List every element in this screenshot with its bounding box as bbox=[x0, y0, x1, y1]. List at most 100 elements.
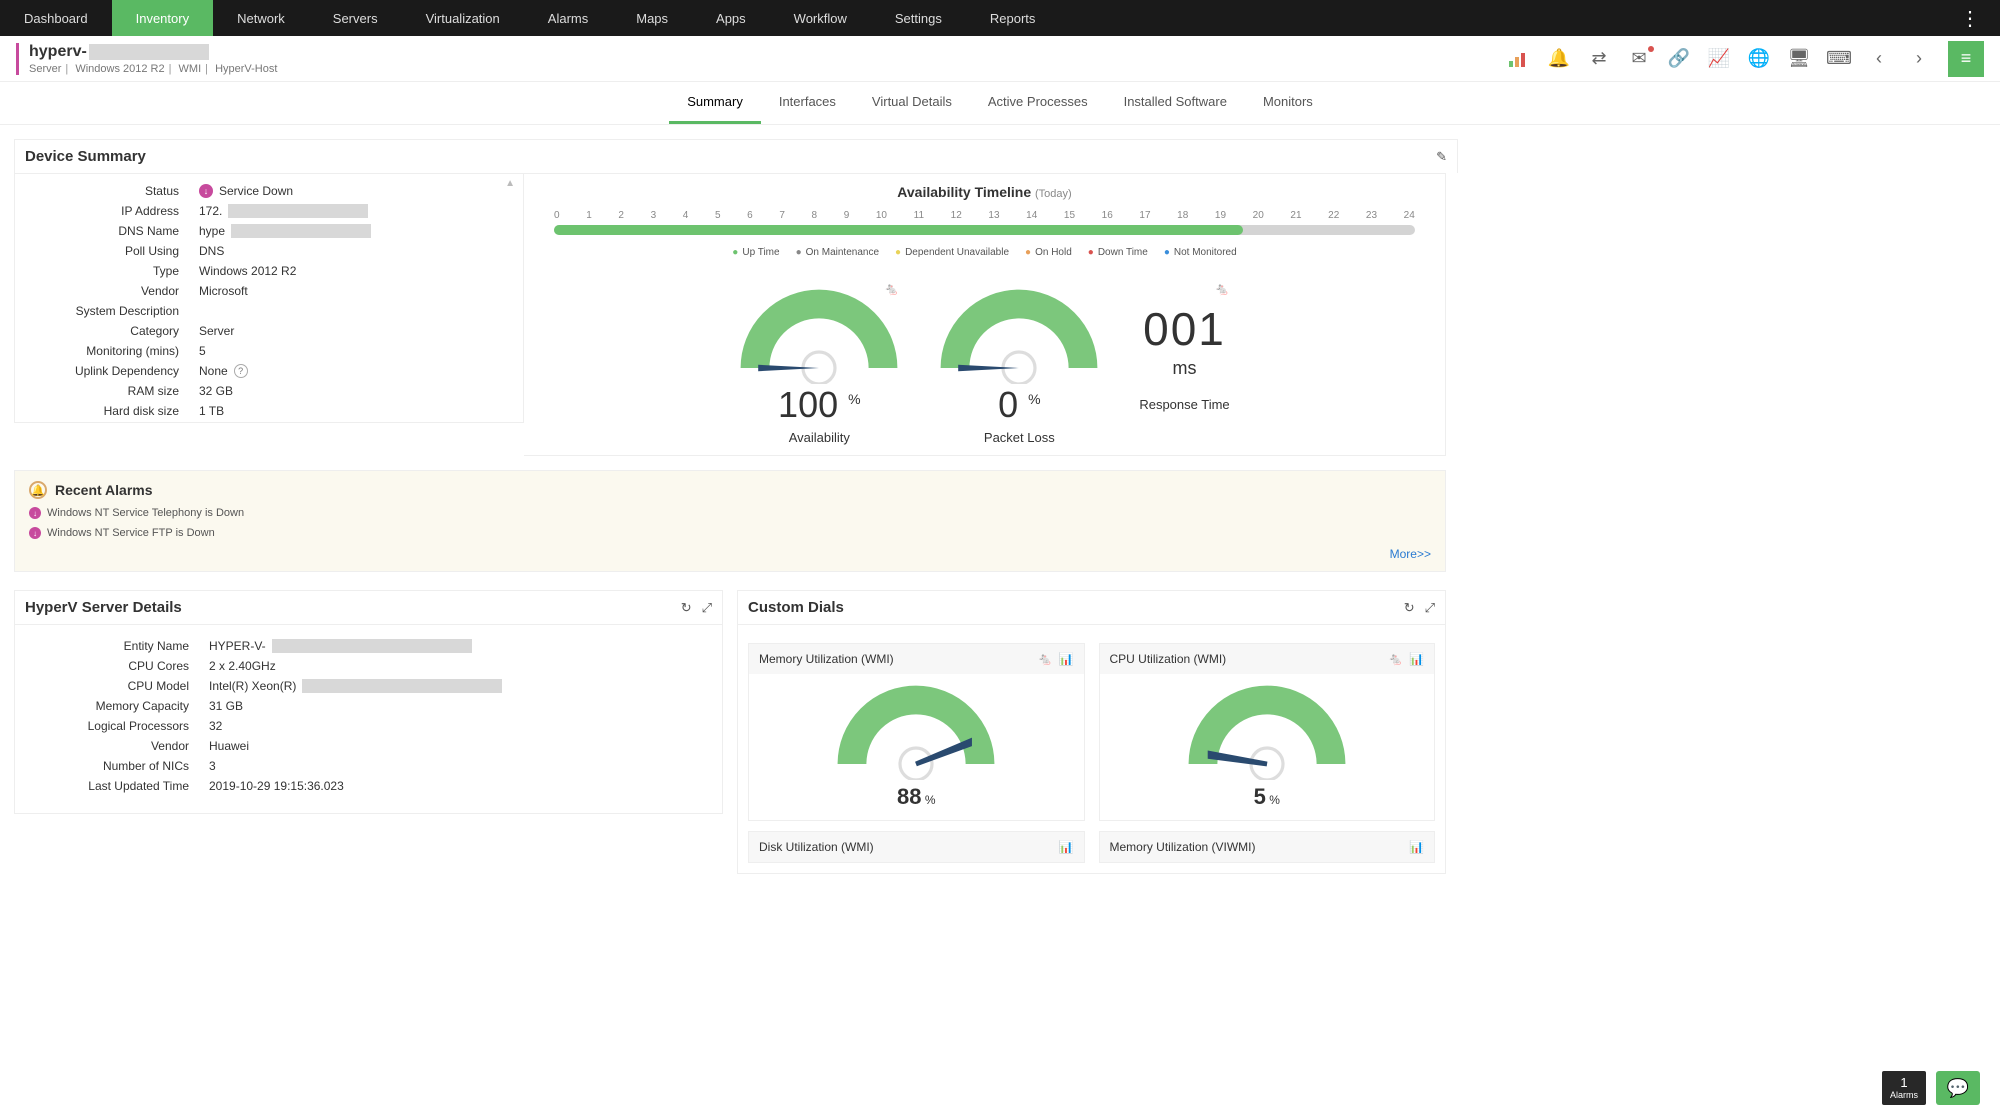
packet-gauge: 0 % Packet Loss bbox=[939, 288, 1099, 445]
tab-summary[interactable]: Summary bbox=[669, 82, 761, 124]
network-test-icon[interactable]: ⇄ bbox=[1588, 48, 1610, 70]
dial-card: Disk Utilization (WMI) 📊 bbox=[748, 831, 1085, 863]
dial-card: CPU Utilization (WMI)🐁📊 5 % bbox=[1099, 643, 1436, 821]
refresh-icon[interactable]: ↻ bbox=[681, 600, 692, 616]
hamburger-icon[interactable]: ≡ bbox=[1948, 41, 1984, 77]
top-nav: Dashboard Inventory Network Servers Virt… bbox=[0, 0, 2000, 36]
availability-gauge: 🐁 100 % Availability bbox=[739, 288, 899, 445]
hyperv-title: HyperV Server Details bbox=[25, 599, 182, 616]
rat-icon[interactable]: 🐁 bbox=[1388, 652, 1403, 666]
nic-value: 3 bbox=[209, 759, 216, 773]
prev-icon[interactable]: ‹ bbox=[1868, 48, 1890, 70]
sub-header: hyperv- Server| Windows 2012 R2| WMI| Hy… bbox=[0, 36, 2000, 82]
model-value: Intel(R) Xeon(R) bbox=[209, 679, 296, 693]
rat-icon-2[interactable]: 🐁 bbox=[1215, 282, 1230, 296]
chart-icon[interactable] bbox=[1508, 48, 1530, 70]
tab-software[interactable]: Installed Software bbox=[1106, 82, 1245, 124]
expand-icon[interactable]: ⤢ bbox=[1425, 600, 1435, 616]
globe-icon[interactable]: 🌐 bbox=[1748, 48, 1770, 70]
bell-icon[interactable]: 🔔 bbox=[1548, 48, 1570, 70]
help-icon[interactable]: ? bbox=[234, 364, 248, 378]
tab-monitors[interactable]: Monitors bbox=[1245, 82, 1331, 124]
hyperv-list: Entity NameHYPER-V- CPU Cores2 x 2.40GHz… bbox=[14, 624, 723, 814]
next-icon[interactable]: › bbox=[1908, 48, 1930, 70]
category-value: Server bbox=[199, 324, 234, 338]
dials-title: Custom Dials bbox=[748, 599, 844, 616]
dial-title: Disk Utilization (WMI) bbox=[759, 840, 874, 854]
alarm-item[interactable]: ↓ Windows NT Service FTP is Down bbox=[29, 527, 1431, 539]
response-label: Response Time bbox=[1139, 397, 1229, 412]
legend-not: Not Monitored bbox=[1164, 247, 1237, 258]
nav-apps[interactable]: Apps bbox=[692, 0, 770, 36]
footer-alarm-count: 1 bbox=[1890, 1075, 1918, 1090]
link-icon[interactable]: 🔗 bbox=[1668, 48, 1690, 70]
tab-interfaces[interactable]: Interfaces bbox=[761, 82, 854, 124]
poll-value: DNS bbox=[199, 244, 224, 258]
nav-servers[interactable]: Servers bbox=[309, 0, 402, 36]
alarm-text: Windows NT Service FTP is Down bbox=[47, 527, 215, 539]
host-subtitle: Server| Windows 2012 R2| WMI| HyperV-Hos… bbox=[29, 63, 277, 75]
nav-inventory[interactable]: Inventory bbox=[112, 0, 213, 36]
alarm-bell-icon: 🔔 bbox=[29, 481, 47, 499]
alarms-more-link[interactable]: More>> bbox=[29, 547, 1431, 561]
nav-network[interactable]: Network bbox=[213, 0, 309, 36]
mail-icon[interactable]: ✉ bbox=[1628, 48, 1650, 70]
terminal-icon[interactable]: ⌨ bbox=[1828, 48, 1850, 70]
tab-processes[interactable]: Active Processes bbox=[970, 82, 1106, 124]
status-value: Service Down bbox=[219, 184, 293, 198]
nav-virtualization[interactable]: Virtualization bbox=[402, 0, 524, 36]
host-title-prefix: hyperv- bbox=[29, 43, 87, 61]
custom-dials-panel: Custom Dials ↻⤢ Memory Utilization (WMI)… bbox=[737, 590, 1446, 874]
updated-label: Last Updated Time bbox=[29, 779, 209, 793]
dial-title: Memory Utilization (VIWMI) bbox=[1110, 840, 1256, 854]
rat-icon[interactable]: 🐁 bbox=[1038, 652, 1053, 666]
vendor-value: Microsoft bbox=[199, 284, 248, 298]
kebab-menu-icon[interactable]: ⋮ bbox=[1940, 6, 2000, 31]
nav-settings[interactable]: Settings bbox=[871, 0, 966, 36]
monitor-remove-icon[interactable]: 🖥 bbox=[1788, 48, 1810, 70]
content-area: Device Summary ✎ ▲ Status↓Service Down I… bbox=[0, 125, 1460, 888]
dials-body: Memory Utilization (WMI)🐁📊 88 % CPU Util… bbox=[737, 624, 1446, 874]
availability-value: 100 bbox=[778, 384, 838, 425]
timeline-legend: Up Time On Maintenance Dependent Unavail… bbox=[554, 247, 1415, 258]
chat-icon[interactable]: 💬 bbox=[1936, 1071, 1980, 1105]
nav-maps[interactable]: Maps bbox=[612, 0, 692, 36]
alarm-down-icon: ↓ bbox=[29, 527, 41, 539]
tab-virtual[interactable]: Virtual Details bbox=[854, 82, 970, 124]
footer-alarm-badge[interactable]: 1 Alarms bbox=[1882, 1071, 1926, 1105]
bar-icon[interactable]: 📊 bbox=[1059, 840, 1074, 854]
nav-alarms[interactable]: Alarms bbox=[524, 0, 612, 36]
bar-icon[interactable]: 📊 bbox=[1059, 652, 1074, 666]
type-value: Windows 2012 R2 bbox=[199, 264, 296, 278]
alarm-down-icon: ↓ bbox=[29, 507, 41, 519]
alarm-item[interactable]: ↓ Windows NT Service Telephony is Down bbox=[29, 507, 1431, 519]
trend-icon[interactable]: 📈 bbox=[1708, 48, 1730, 70]
expand-icon[interactable]: ⤢ bbox=[702, 600, 712, 616]
nav-dashboard[interactable]: Dashboard bbox=[0, 0, 112, 36]
device-summary-title: Device Summary bbox=[25, 148, 146, 165]
details-row: HyperV Server Details ↻ ⤢ Entity NameHYPE… bbox=[14, 590, 1446, 874]
device-summary-header: Device Summary ✎ bbox=[14, 139, 1458, 173]
gauges-row: 🐁 100 % Availability 0 % Packet Loss 🐁 0… bbox=[554, 288, 1415, 445]
edit-icon[interactable]: ✎ bbox=[1436, 149, 1447, 165]
entity-value: HYPER-V- bbox=[209, 639, 266, 653]
device-summary-panel: ▲ Status↓Service Down IP Address172. DNS… bbox=[14, 173, 524, 456]
host-info: hyperv- Server| Windows 2012 R2| WMI| Hy… bbox=[16, 43, 277, 75]
dial-card: Memory Utilization (WMI)🐁📊 88 % bbox=[748, 643, 1085, 821]
nav-workflow[interactable]: Workflow bbox=[770, 0, 871, 36]
bar-icon[interactable]: 📊 bbox=[1409, 840, 1424, 854]
legend-down: Down Time bbox=[1088, 247, 1148, 258]
scroll-up-icon[interactable]: ▲ bbox=[505, 178, 515, 189]
alarm-text: Windows NT Service Telephony is Down bbox=[47, 507, 244, 519]
response-gauge: 🐁 001 ms Response Time bbox=[1139, 288, 1229, 445]
mon-label: Monitoring (mins) bbox=[29, 344, 199, 358]
refresh-icon[interactable]: ↻ bbox=[1404, 600, 1415, 616]
dns-value: hype bbox=[199, 224, 225, 238]
bar-icon[interactable]: 📊 bbox=[1409, 652, 1424, 666]
availability-panel: Availability Timeline (Today) 0123456789… bbox=[524, 173, 1446, 456]
rat-icon[interactable]: 🐁 bbox=[884, 282, 899, 296]
host-proto: WMI bbox=[179, 63, 202, 75]
nav-reports[interactable]: Reports bbox=[966, 0, 1060, 36]
updated-value: 2019-10-29 19:15:36.023 bbox=[209, 779, 344, 793]
availability-label: Availability bbox=[739, 430, 899, 445]
